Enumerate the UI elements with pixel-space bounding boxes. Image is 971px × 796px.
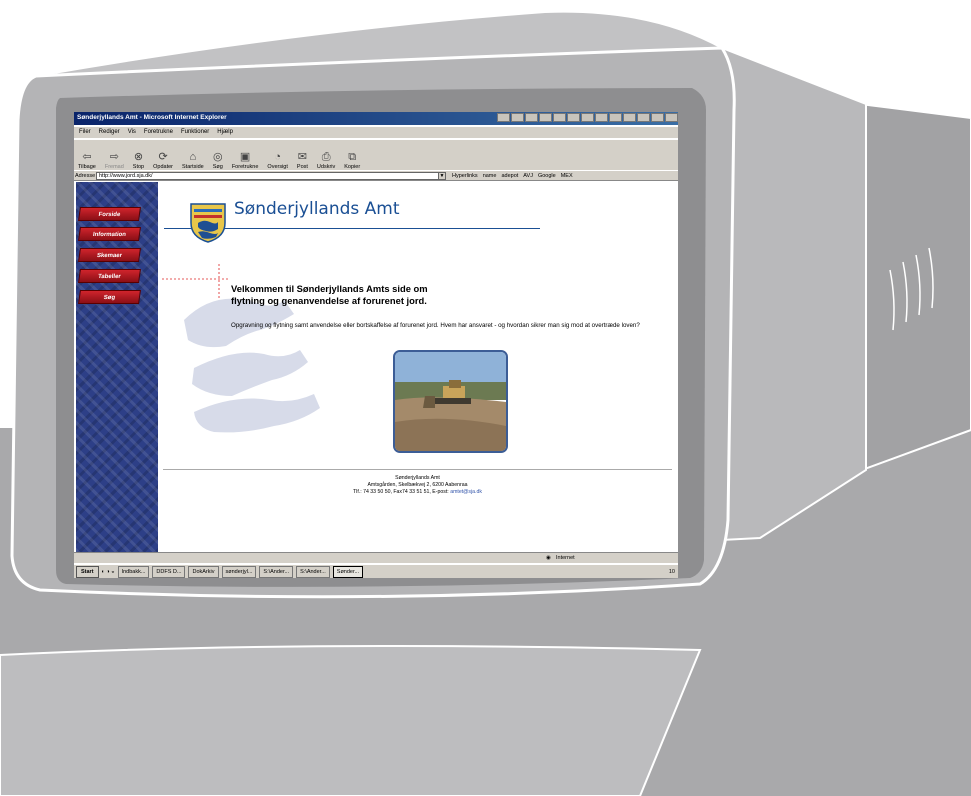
crosshair-ornament-icon bbox=[162, 264, 230, 298]
address-dropdown-icon[interactable]: ▼ bbox=[438, 172, 446, 180]
menu-item-hjaelp[interactable]: Hjælp bbox=[217, 127, 233, 138]
search-icon: ◎ bbox=[212, 151, 223, 163]
home-icon: ⌂ bbox=[189, 151, 197, 163]
copy-button[interactable]: ⧉ Kopier bbox=[344, 140, 360, 170]
forward-arrow-icon: ⇨ bbox=[109, 151, 119, 163]
favorites-button[interactable]: ▣ Foretrukne bbox=[232, 140, 259, 170]
bulldozer-image bbox=[395, 352, 506, 451]
stop-button[interactable]: ⊗ Stop bbox=[133, 140, 144, 170]
task-button[interactable]: DokArkiv bbox=[188, 565, 219, 578]
nav-soeg[interactable]: Søg bbox=[78, 290, 141, 304]
favorites-icon: ▣ bbox=[239, 151, 251, 163]
quicklaunch-icon[interactable] bbox=[637, 113, 650, 122]
windows-taskbar: Start ◐ ◑ ◒ Indbakk... DDFS D... DokArki… bbox=[74, 564, 678, 578]
links-bar: Hyperlinks name adepot AVJ Google MEX bbox=[452, 171, 573, 182]
nav-skemaer[interactable]: Skemaer bbox=[78, 248, 141, 262]
forward-button[interactable]: ⇨ Fremad bbox=[105, 140, 124, 170]
monitor-back-vent bbox=[858, 102, 971, 472]
quicklaunch-icon[interactable] bbox=[609, 113, 622, 122]
task-button-active[interactable]: Sønder... bbox=[332, 565, 364, 578]
welcome-heading: Velkommen til Sønderjyllands Amts side o… bbox=[231, 283, 428, 306]
footer-rule bbox=[163, 469, 672, 470]
quicklaunch-icon[interactable] bbox=[553, 113, 566, 122]
copy-icon: ⧉ bbox=[348, 151, 357, 163]
home-button[interactable]: ⌂ Startside bbox=[182, 140, 204, 170]
link-avj[interactable]: AVJ bbox=[523, 171, 533, 182]
window-titlebar: Sønderjyllands Amt - Microsoft Internet … bbox=[74, 112, 678, 125]
refresh-icon: ⟳ bbox=[158, 151, 168, 163]
task-button[interactable]: DDFS D... bbox=[152, 565, 186, 578]
titlebar-icons bbox=[497, 113, 678, 122]
globe-icon: ◉ bbox=[546, 555, 551, 561]
monitor-side-panel bbox=[721, 46, 867, 542]
address-bar: Adresse http://www.jord.sja.dk/ ▼ Hyperl… bbox=[74, 170, 678, 181]
quicklaunch-icon[interactable] bbox=[525, 113, 538, 122]
quicklaunch-icon[interactable] bbox=[651, 113, 664, 122]
zone-label: Internet bbox=[556, 555, 575, 561]
tray-clock: 10 bbox=[668, 568, 675, 575]
links-label: Hyperlinks bbox=[452, 173, 478, 179]
link-name[interactable]: name bbox=[483, 171, 497, 182]
quicklaunch-icon[interactable] bbox=[595, 113, 608, 122]
window-title: Sønderjyllands Amt - Microsoft Internet … bbox=[77, 114, 227, 121]
menu-item-funktioner[interactable]: Funktioner bbox=[181, 127, 209, 138]
mail-icon: ✉ bbox=[297, 151, 308, 163]
start-button[interactable]: Start bbox=[76, 565, 99, 578]
page-footer: Sønderjyllands Amt Amtsgården, Skelbækve… bbox=[163, 475, 672, 496]
quicklaunch-icon[interactable] bbox=[539, 113, 552, 122]
history-button[interactable]: ◔ Oversigt bbox=[267, 140, 287, 170]
address-input[interactable]: http://www.jord.sja.dk/ ▼ bbox=[96, 172, 446, 180]
refresh-button[interactable]: ⟳ Opdater bbox=[153, 140, 173, 170]
quicklaunch-icon[interactable] bbox=[567, 113, 580, 122]
nav-information[interactable]: Information bbox=[78, 227, 141, 241]
link-google[interactable]: Google bbox=[538, 171, 556, 182]
browser-screen: Sønderjyllands Amt - Microsoft Internet … bbox=[74, 112, 678, 578]
nav-forside[interactable]: Forside bbox=[78, 207, 141, 221]
footer-address: Amtsgården, Skelbækvej 2, 6200 Aabenraa bbox=[367, 482, 468, 488]
task-button[interactable]: Indbakk... bbox=[117, 565, 150, 578]
back-button[interactable]: ⇦ Tilbage bbox=[78, 140, 96, 170]
menu-bar: Filer Rediger Vis Foretrukne Funktioner … bbox=[74, 127, 678, 138]
menu-item-foretrukne[interactable]: Foretrukne bbox=[144, 127, 173, 138]
menu-item-rediger[interactable]: Rediger bbox=[99, 127, 120, 138]
link-adepot[interactable]: adepot bbox=[501, 171, 518, 182]
menu-item-filer[interactable]: Filer bbox=[79, 127, 91, 138]
link-mex[interactable]: MEX bbox=[561, 171, 573, 182]
address-label: Adresse bbox=[75, 173, 96, 179]
task-button[interactable]: S:\Ander... bbox=[296, 565, 330, 578]
site-title: Sønderjyllands Amt bbox=[234, 199, 400, 219]
coat-of-arms-icon bbox=[190, 203, 226, 243]
quicklaunch-icon[interactable] bbox=[581, 113, 594, 122]
keyboard bbox=[0, 645, 702, 796]
nav-tabeller[interactable]: Tabeller bbox=[78, 269, 141, 283]
footer-contact-line: Tlf.: 74 33 50 50, Fax74 33 51 51, E-pos… bbox=[163, 489, 672, 496]
menu-item-vis[interactable]: Vis bbox=[128, 127, 136, 138]
footer-org: Sønderjyllands Amt bbox=[395, 475, 440, 481]
footer-email-link[interactable]: amtet@sja.dk bbox=[450, 489, 482, 495]
status-bar: ◉ Internet bbox=[74, 552, 678, 563]
quicklaunch-icon[interactable] bbox=[511, 113, 524, 122]
intro-text: Opgravning og flytning samt anvendelse e… bbox=[231, 322, 640, 329]
quicklaunch-icon[interactable] bbox=[665, 113, 678, 122]
print-button[interactable]: ⎙ Udskriv bbox=[317, 140, 335, 170]
bulldozer-photo bbox=[393, 350, 508, 453]
lion-watermark-icon bbox=[184, 298, 320, 433]
footer-contact: Tlf.: 74 33 50 50, Fax74 33 51 51, E-pos… bbox=[353, 489, 451, 495]
task-button[interactable]: S:\Ander... bbox=[259, 565, 294, 578]
stop-icon: ⊗ bbox=[133, 151, 144, 163]
browser-toolbar: ⇦ Tilbage ⇨ Fremad ⊗ Stop ⟳ Opdater ⌂ Startsi… bbox=[74, 139, 678, 171]
back-arrow-icon: ⇦ bbox=[82, 151, 92, 163]
print-icon: ⎙ bbox=[321, 151, 331, 163]
mail-button[interactable]: ✉ Post bbox=[297, 140, 308, 170]
quicklaunch-icon[interactable] bbox=[497, 113, 510, 122]
page-content: Forside Information Skemaer Tabeller Søg… bbox=[74, 182, 678, 552]
address-url: http://www.jord.sja.dk/ bbox=[99, 173, 153, 179]
quicklaunch-icons[interactable]: ◐ ◑ ◒ bbox=[102, 569, 115, 575]
task-button[interactable]: sønderjyl... bbox=[221, 565, 257, 578]
nav-sidebar: Forside Information Skemaer Tabeller Søg bbox=[76, 182, 158, 552]
search-button[interactable]: ◎ Søg bbox=[213, 140, 223, 170]
history-icon: ◔ bbox=[274, 151, 281, 163]
quicklaunch-icon[interactable] bbox=[623, 113, 636, 122]
